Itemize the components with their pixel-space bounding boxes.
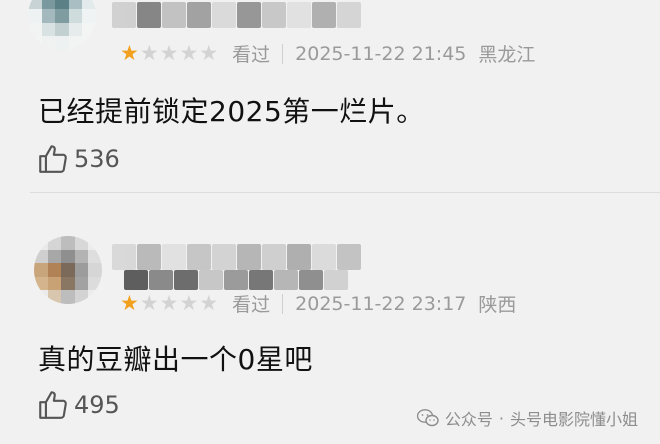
star-icon: ★: [199, 41, 219, 65]
star-icon: ★: [159, 291, 179, 315]
like-count: 495: [74, 391, 120, 419]
comment-location: 陕西: [478, 294, 517, 316]
star-icon: ★: [199, 291, 219, 315]
star-icon: ★: [179, 41, 199, 65]
watermark-separator: ·: [498, 408, 504, 428]
watermark: 公众号 · 头号电影院懂小姐: [416, 406, 638, 430]
comment-item: ★ ★ ★ ★ ★ 看过 2025-11-22 21:45 黑龙江 已经提前锁定2025…: [0, 0, 660, 193]
watermark-channel: 公众号: [444, 410, 493, 429]
like-button[interactable]: 495: [36, 388, 120, 422]
divider: [282, 293, 284, 314]
watch-status: 看过: [232, 294, 271, 316]
rating-stars: ★ ★ ★ ★ ★: [120, 293, 218, 314]
star-icon: ★: [120, 41, 139, 65]
comment-location: 黑龙江: [478, 44, 536, 66]
rating-stars: ★ ★ ★ ★ ★: [120, 43, 218, 64]
divider: [282, 43, 284, 64]
thumbs-up-icon: [39, 391, 67, 419]
comment-datetime: 2025-11-22 23:17: [295, 292, 467, 315]
comment-text: 已经提前锁定2025第一烂片。: [38, 95, 425, 128]
watch-status: 看过: [232, 44, 271, 66]
wechat-icon: [416, 409, 439, 427]
avatar[interactable]: [34, 236, 102, 304]
thumbs-up-icon: [39, 145, 67, 173]
comment-meta: ★ ★ ★ ★ ★ 看过 2025-11-22 21:45 黑龙江: [120, 40, 535, 67]
like-count: 536: [74, 145, 120, 173]
username-blurred[interactable]: [112, 2, 361, 28]
comment-datetime: 2025-11-22 21:45: [295, 42, 467, 65]
star-icon: ★: [120, 291, 139, 315]
comment-meta: ★ ★ ★ ★ ★ 看过 2025-11-22 23:17 陕西: [120, 290, 516, 317]
star-icon: ★: [139, 291, 159, 315]
like-button[interactable]: 536: [36, 142, 120, 176]
comment-divider: [30, 192, 660, 193]
star-icon: ★: [159, 41, 179, 65]
star-icon: ★: [139, 41, 159, 65]
username-blurred-line: [124, 270, 348, 290]
comment-text: 真的豆瓣出一个0星吧: [38, 343, 313, 376]
star-icon: ★: [179, 291, 199, 315]
avatar[interactable]: [28, 0, 96, 50]
username-blurred[interactable]: [112, 244, 361, 270]
watermark-account: 头号电影院懂小姐: [509, 410, 638, 429]
